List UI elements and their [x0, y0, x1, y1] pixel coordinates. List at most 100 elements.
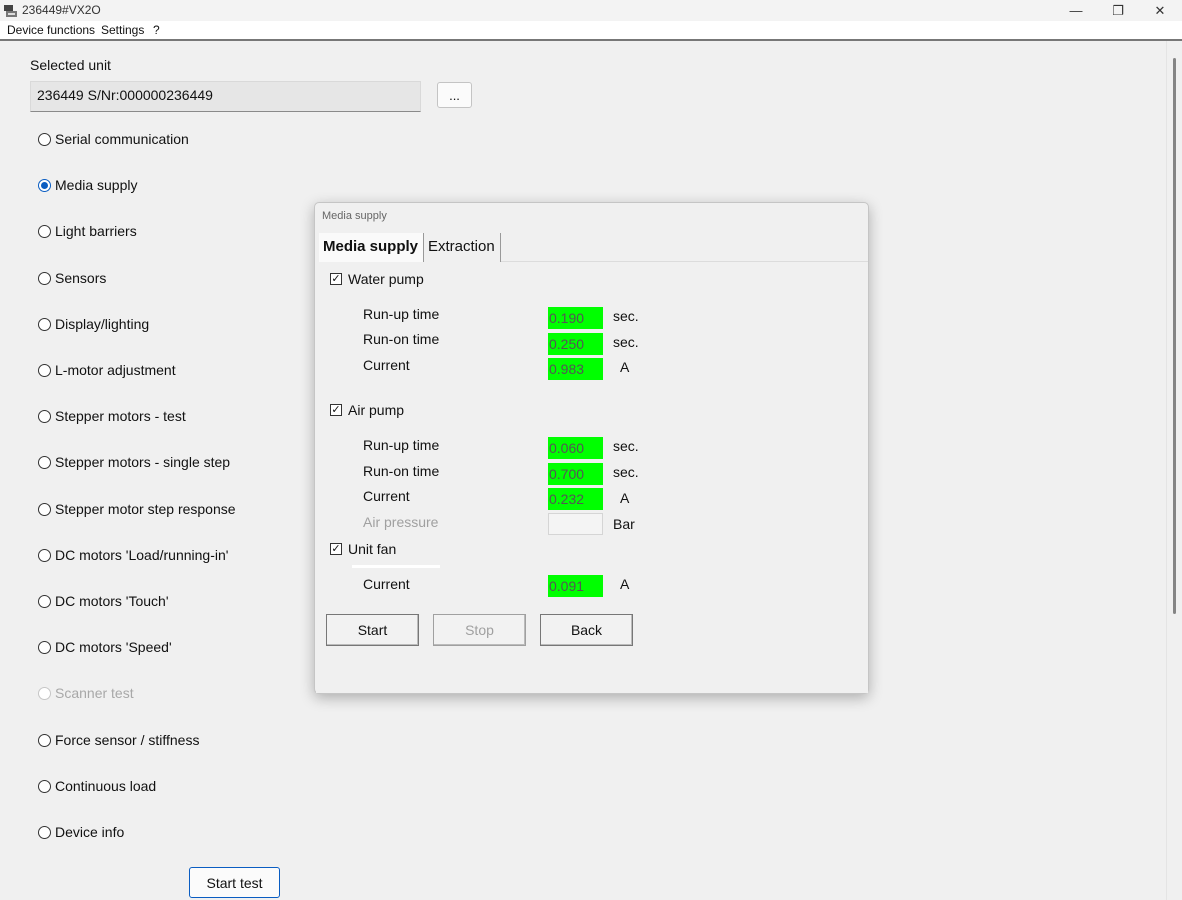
test-option-display-lighting[interactable]: Display/lighting — [38, 313, 149, 335]
test-option-label: Display/lighting — [55, 316, 150, 332]
water-pump-checkbox[interactable]: ✓ — [330, 273, 342, 285]
radio-button[interactable] — [38, 224, 51, 238]
scrollbar-thumb[interactable] — [1173, 58, 1176, 614]
radio-button[interactable] — [38, 132, 51, 146]
restore-button[interactable]: ❐ — [1097, 0, 1139, 21]
radio-button[interactable] — [38, 363, 51, 377]
test-option-force-sensor-stiffness[interactable]: Force sensor / stiffness — [38, 729, 199, 751]
test-option-label: DC motors 'Load/running-in' — [55, 547, 229, 563]
selected-unit-field[interactable]: 236449 S/Nr:000000236449 — [30, 81, 421, 112]
start-test-button[interactable]: Start test — [189, 867, 280, 898]
test-option-label: Force sensor / stiffness — [55, 732, 200, 748]
radio-button[interactable] — [38, 779, 51, 793]
close-icon: ✕ — [1154, 2, 1166, 18]
radio-button[interactable] — [38, 733, 51, 747]
test-option-label: DC motors 'Speed' — [55, 639, 172, 655]
test-option-l-motor-adjustment[interactable]: L-motor adjustment — [38, 359, 176, 381]
radio-button[interactable] — [38, 317, 51, 331]
radio-button — [38, 686, 51, 700]
menu-bar: Device functions Settings ? — [0, 21, 1182, 39]
air-current-label: Current — [363, 488, 410, 504]
back-button[interactable]: Back — [540, 614, 633, 646]
radio-button[interactable] — [38, 271, 51, 285]
minimize-icon: — — [1069, 3, 1083, 18]
test-option-scanner-test: Scanner test — [38, 682, 134, 704]
water-current-label: Current — [363, 357, 410, 373]
test-option-dc-motors-touch[interactable]: DC motors 'Touch' — [38, 590, 169, 612]
air-runon-value: 0.700 — [548, 463, 603, 485]
unit-fan-checkbox[interactable]: ✓ — [330, 543, 342, 555]
test-option-dc-motors-load-running-in[interactable]: DC motors 'Load/running-in' — [38, 544, 228, 566]
fan-current-unit: A — [620, 576, 630, 592]
fan-current-value: 0.091 — [548, 575, 603, 597]
radio-button[interactable] — [38, 548, 51, 562]
test-option-serial-communication[interactable]: Serial communication — [38, 128, 189, 150]
water-runon-label: Run-on time — [363, 331, 440, 347]
radio-button[interactable] — [38, 640, 51, 654]
test-option-stepper-motors-test[interactable]: Stepper motors - test — [38, 405, 186, 427]
water-runup-value: 0.190 — [548, 307, 603, 329]
air-runup-unit: sec. — [613, 438, 639, 454]
radio-button[interactable] — [38, 455, 51, 469]
browse-unit-button[interactable]: ... — [437, 82, 472, 108]
test-option-label: Serial communication — [55, 131, 189, 147]
air-current-unit: A — [620, 490, 630, 506]
fan-current-label: Current — [363, 576, 410, 592]
test-option-label: Media supply — [55, 177, 138, 193]
test-option-media-supply[interactable]: Media supply — [38, 174, 138, 196]
test-option-light-barriers[interactable]: Light barriers — [38, 220, 137, 242]
test-option-label: Sensors — [55, 270, 107, 286]
unit-fan-checkbox-row[interactable]: ✓ Unit fan — [330, 540, 396, 558]
menu-separator — [0, 39, 1182, 41]
tab-media-supply[interactable]: Media supply — [319, 233, 425, 262]
menu-help[interactable]: ? — [153, 23, 160, 37]
water-runup-unit: sec. — [613, 308, 639, 324]
test-option-label: Device info — [55, 824, 125, 840]
menu-settings[interactable]: Settings — [101, 23, 144, 37]
unit-fan-underline — [352, 565, 440, 568]
water-pump-checkbox-row[interactable]: ✓ Water pump — [330, 270, 424, 288]
air-runup-label: Run-up time — [363, 437, 440, 453]
water-current-value: 0.983 — [548, 358, 603, 380]
unit-fan-label: Unit fan — [348, 541, 397, 557]
air-pressure-label: Air pressure — [363, 514, 439, 530]
test-option-label: Scanner test — [55, 685, 134, 701]
start-button[interactable]: Start — [326, 614, 419, 646]
air-pump-checkbox-row[interactable]: ✓ Air pump — [330, 401, 404, 419]
title-bar: 236449#VX2O — ❐ ✕ — [0, 0, 1182, 21]
radio-button[interactable] — [38, 178, 51, 192]
test-option-label: Stepper motor step response — [55, 501, 236, 517]
restore-icon: ❐ — [1112, 2, 1124, 18]
dialog-tabstrip: Media supply Extraction — [319, 233, 868, 262]
minimize-button[interactable]: — — [1055, 0, 1097, 21]
test-option-label: Stepper motors - test — [55, 408, 186, 424]
test-option-sensors[interactable]: Sensors — [38, 267, 106, 289]
test-option-label: Stepper motors - single step — [55, 454, 231, 470]
radio-button[interactable] — [38, 594, 51, 608]
air-pressure-unit: Bar — [613, 516, 635, 532]
radio-button[interactable] — [38, 502, 51, 516]
menu-device-functions[interactable]: Device functions — [7, 23, 95, 37]
radio-button[interactable] — [38, 825, 51, 839]
water-runup-label: Run-up time — [363, 306, 440, 322]
close-button[interactable]: ✕ — [1139, 0, 1181, 21]
water-runon-unit: sec. — [613, 334, 639, 350]
vertical-scrollbar[interactable] — [1166, 41, 1182, 900]
app-icon — [4, 5, 17, 17]
test-option-continuous-load[interactable]: Continuous load — [38, 775, 156, 797]
test-option-label: DC motors 'Touch' — [55, 593, 169, 609]
selected-unit-label: Selected unit — [30, 57, 111, 73]
window-title: 236449#VX2O — [22, 3, 101, 17]
test-option-stepper-motors-single-step[interactable]: Stepper motors - single step — [38, 451, 230, 473]
radio-button[interactable] — [38, 409, 51, 423]
tab-extraction[interactable]: Extraction — [424, 233, 501, 262]
test-option-dc-motors-speed[interactable]: DC motors 'Speed' — [38, 636, 172, 658]
test-option-label: Continuous load — [55, 778, 157, 794]
air-pump-checkbox[interactable]: ✓ — [330, 404, 342, 416]
water-current-unit: A — [620, 359, 630, 375]
test-option-device-info[interactable]: Device info — [38, 821, 124, 843]
air-runon-unit: sec. — [613, 464, 639, 480]
test-option-stepper-motor-step-response[interactable]: Stepper motor step response — [38, 498, 236, 520]
test-option-label: Light barriers — [55, 223, 137, 239]
stop-button[interactable]: Stop — [433, 614, 526, 646]
